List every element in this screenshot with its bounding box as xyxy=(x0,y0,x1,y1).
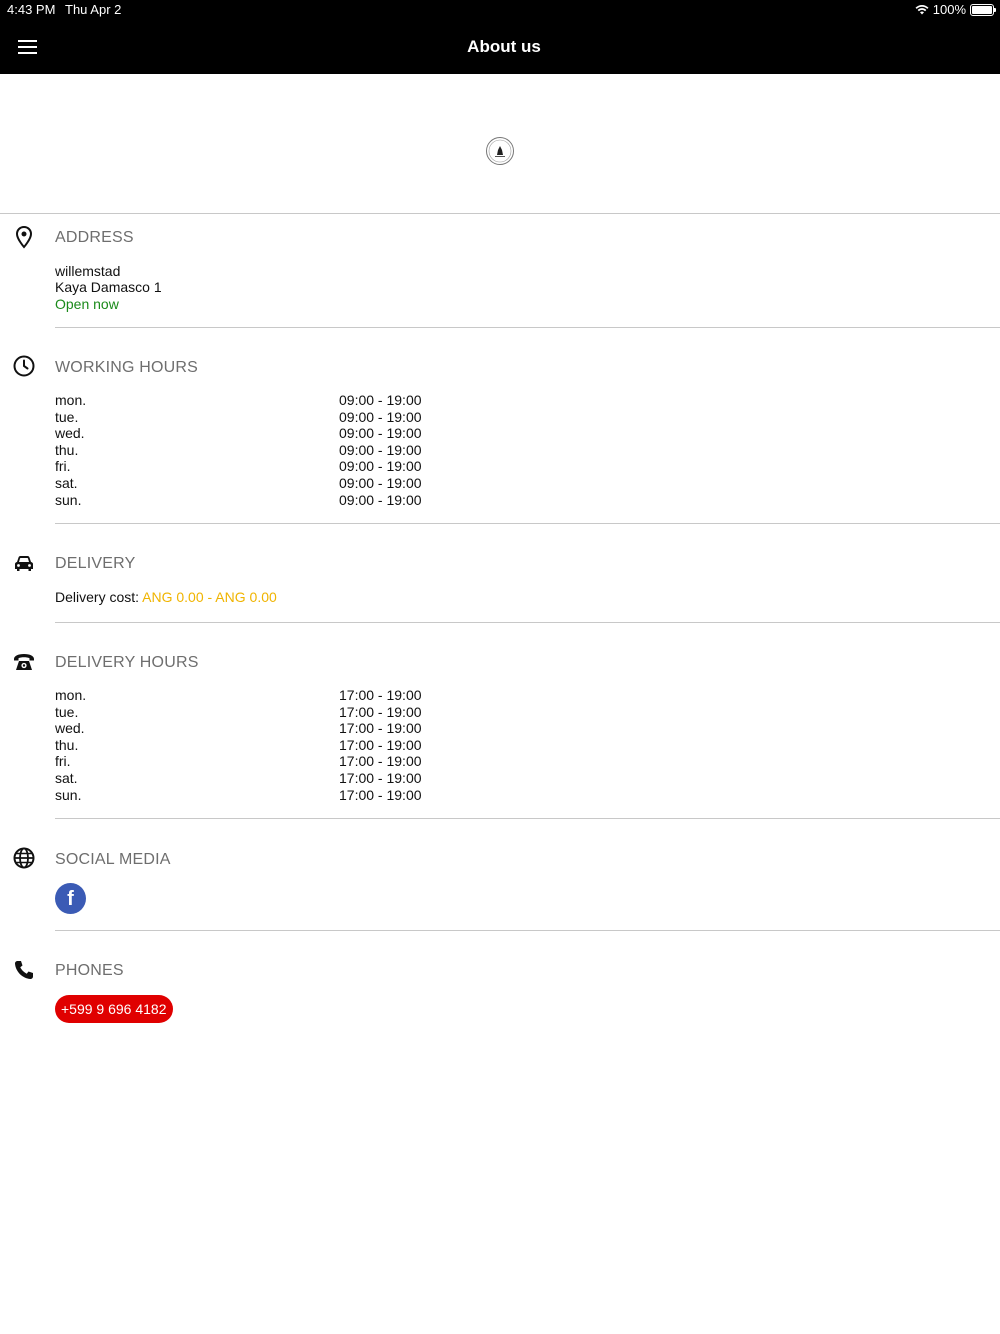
day-label: mon. xyxy=(55,392,87,408)
hours-value: 09:00 - 19:00 xyxy=(339,492,422,508)
day-label: tue. xyxy=(55,704,79,720)
phone-icon xyxy=(15,961,33,979)
hours-value: 17:00 - 19:00 xyxy=(339,720,422,736)
hours-value: 09:00 - 19:00 xyxy=(339,409,422,425)
day-label: sun. xyxy=(55,787,82,803)
day-label: tue. xyxy=(55,409,79,425)
day-label: wed. xyxy=(55,720,85,736)
hours-value: 09:00 - 19:00 xyxy=(339,442,422,458)
address-title: ADDRESS xyxy=(55,229,134,246)
facebook-button[interactable]: f xyxy=(55,883,86,914)
delivery-section: DELIVERY Delivery cost: ANG 0.00 - ANG 0… xyxy=(0,524,1000,624)
phone-number-button[interactable]: +599 9 696 4182 xyxy=(55,995,173,1023)
clock-icon xyxy=(13,355,35,377)
hours-value: 09:00 - 19:00 xyxy=(339,425,422,441)
delivery-cost: Delivery cost: ANG 0.00 - ANG 0.00 xyxy=(55,589,277,605)
hours-value: 09:00 - 19:00 xyxy=(339,392,422,408)
address-section: ADDRESS willemstad Kaya Damasco 1 Open n… xyxy=(0,213,1000,328)
status-time: 4:43 PM xyxy=(7,2,56,17)
hours-value: 17:00 - 19:00 xyxy=(339,770,422,786)
delivery-hours-section: DELIVERY HOURS mon. 17:00 - 19:00 tue. 17:… xyxy=(0,623,1000,820)
wifi-icon xyxy=(915,5,929,15)
logo-area xyxy=(0,74,1000,214)
car-icon xyxy=(15,556,33,571)
day-label: thu. xyxy=(55,442,79,458)
location-pin-icon xyxy=(15,225,33,249)
day-label: sun. xyxy=(55,492,82,508)
navigation-bar: About us xyxy=(0,20,1000,74)
facebook-icon: f xyxy=(67,888,74,910)
status-bar: 4:43 PM Thu Apr 2 100% xyxy=(0,0,1000,20)
divider xyxy=(55,818,1000,819)
social-media-section: SOCIAL MEDIA f xyxy=(0,820,1000,932)
day-label: sat. xyxy=(55,475,78,491)
day-label: sat. xyxy=(55,770,78,786)
day-label: fri. xyxy=(55,753,71,769)
restaurant-logo xyxy=(486,137,514,165)
hours-value: 17:00 - 19:00 xyxy=(339,737,422,753)
day-label: fri. xyxy=(55,458,71,474)
telephone-icon xyxy=(14,654,34,670)
status-date: Thu Apr 2 xyxy=(65,2,122,17)
open-status: Open now xyxy=(55,296,119,312)
status-right: 100% xyxy=(915,2,996,17)
working-hours-section: WORKING HOURS mon. 09:00 - 19:00 tue. 09:0… xyxy=(0,328,1000,524)
battery-percent: 100% xyxy=(932,2,966,17)
day-label: mon. xyxy=(55,687,87,703)
hours-value: 09:00 - 19:00 xyxy=(339,475,422,491)
hours-value: 17:00 - 19:00 xyxy=(339,753,422,769)
delivery-cost-value: ANG 0.00 - ANG 0.00 xyxy=(142,589,277,605)
hours-value: 17:00 - 19:00 xyxy=(339,704,422,720)
working-hours-title: WORKING HOURS xyxy=(55,359,199,376)
globe-icon xyxy=(13,847,35,869)
day-label: thu. xyxy=(55,737,79,753)
day-label: wed. xyxy=(55,425,85,441)
phones-section: PHONES +599 9 696 4182 xyxy=(0,931,1000,1031)
hours-value: 09:00 - 19:00 xyxy=(339,458,422,474)
address-street: Kaya Damasco 1 xyxy=(55,279,162,295)
phones-title: PHONES xyxy=(55,962,124,979)
delivery-title: DELIVERY xyxy=(55,555,136,572)
address-city: willemstad xyxy=(55,263,121,279)
hours-value: 17:00 - 19:00 xyxy=(339,687,422,703)
social-media-title: SOCIAL MEDIA xyxy=(55,851,171,868)
delivery-cost-label: Delivery cost: xyxy=(55,589,140,605)
page-title: About us xyxy=(467,37,541,56)
battery-icon xyxy=(970,3,996,16)
hours-value: 17:00 - 19:00 xyxy=(339,787,422,803)
delivery-hours-title: DELIVERY HOURS xyxy=(55,654,199,671)
